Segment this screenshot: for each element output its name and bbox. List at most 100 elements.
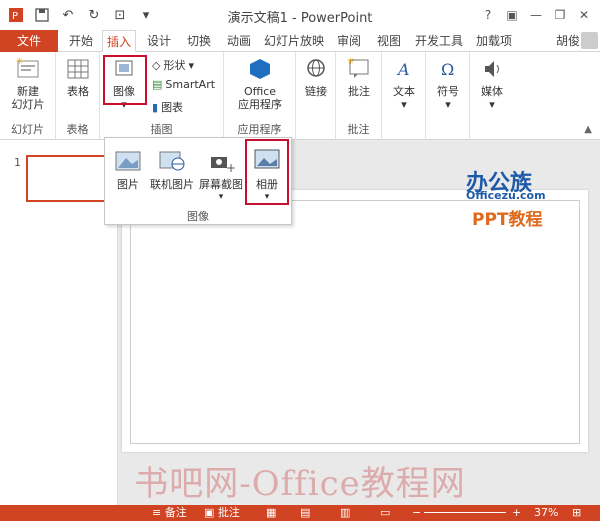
close-icon[interactable]: ✕: [572, 4, 596, 26]
svg-text:✳: ✳: [347, 57, 355, 67]
picture-label: 图片: [117, 178, 139, 191]
text-dropdown-arrow: ▾: [401, 98, 407, 111]
fit-slide-icon[interactable]: ⊞: [572, 506, 581, 520]
group-symbols: Ω 符号 ▾: [426, 52, 470, 140]
smartart-button[interactable]: ▤ SmartArt: [152, 78, 215, 91]
link-button[interactable]: 链接: [300, 56, 332, 98]
omega-icon: Ω: [435, 56, 461, 82]
online-picture-label: 联机图片: [150, 178, 194, 191]
table-button[interactable]: 表格: [62, 56, 94, 98]
group-tables: 表格 表格: [56, 52, 100, 140]
title-bar: P ↶ ↻ ⊡ ▾ 演示文稿1 - PowerPoint ? ▣ — ❐ ✕: [0, 0, 600, 30]
shapes-dropdown-arrow: ▾: [188, 58, 194, 72]
window-controls: ? ▣ — ❐ ✕: [476, 4, 596, 26]
photo-album-highlight: [245, 139, 289, 205]
group-label-slides: 幻灯片: [11, 123, 44, 136]
new-slide-label-1: 新建: [17, 85, 39, 98]
smartart-label: SmartArt: [165, 78, 216, 91]
tab-file[interactable]: 文件: [0, 30, 58, 52]
comments-button[interactable]: ▣ 批注: [204, 506, 240, 520]
speaker-icon: [479, 56, 505, 82]
screenshot-icon: +: [207, 146, 236, 175]
comment-button[interactable]: ✳ 批注: [342, 56, 376, 98]
normal-view-icon[interactable]: ▦: [266, 506, 276, 520]
screenshot-button[interactable]: + 屏幕截图 ▾: [198, 146, 244, 202]
help-icon[interactable]: ?: [476, 4, 500, 26]
svg-text:Ω: Ω: [441, 60, 454, 79]
notes-button[interactable]: ≡ 备注: [152, 506, 187, 520]
office-store-icon: [247, 56, 273, 82]
minimize-icon[interactable]: —: [524, 4, 548, 26]
tab-home[interactable]: 开始: [64, 30, 98, 52]
online-picture-icon: [158, 146, 186, 174]
office-label-2: 应用程序: [238, 98, 282, 111]
media-label: 媒体: [481, 85, 503, 98]
site-watermark: 书吧网-Office教程网: [134, 464, 466, 504]
text-button[interactable]: A 文本 ▾: [388, 56, 420, 111]
logo-ppt: PPT教程: [472, 210, 543, 230]
text-icon: A: [391, 56, 417, 82]
group-slides: ✳ 新建 幻灯片 幻灯片: [0, 52, 56, 140]
text-label: 文本: [393, 85, 415, 98]
chart-label: 图表: [161, 101, 184, 114]
group-comments: ✳ 批注 批注: [336, 52, 382, 140]
tab-insert[interactable]: 插入: [102, 30, 136, 52]
comment-icon: ✳: [346, 56, 372, 82]
chart-button[interactable]: ▮ 图表: [152, 99, 183, 115]
reading-view-icon[interactable]: ▥: [340, 506, 350, 520]
group-text: A 文本 ▾: [382, 52, 426, 140]
link-icon: [303, 56, 329, 82]
slide-thumbnail[interactable]: [26, 155, 106, 202]
group-illustrations: 图像 ▾ ◇ 形状 ▾ ▤ SmartArt ▮ 图表 插图: [100, 52, 224, 140]
chart-icon: ▮: [152, 100, 159, 114]
tab-slideshow[interactable]: 幻灯片放映: [262, 30, 326, 52]
media-dropdown-arrow: ▾: [489, 98, 495, 111]
group-links: 链接: [296, 52, 336, 140]
office-apps-button[interactable]: Office 应用程序: [230, 56, 290, 111]
zoom-out-icon[interactable]: −: [412, 506, 421, 520]
online-picture-button[interactable]: 联机图片: [147, 146, 197, 192]
symbol-label: 符号: [437, 85, 459, 98]
tab-view[interactable]: 视图: [372, 30, 406, 52]
screenshot-dropdown-arrow: ▾: [218, 192, 224, 202]
svg-text:A: A: [396, 60, 410, 79]
svg-text:✳: ✳: [16, 57, 24, 67]
slide-sorter-icon[interactable]: ▤: [300, 506, 310, 520]
symbol-dropdown-arrow: ▾: [445, 98, 451, 111]
office-label-1: Office: [243, 85, 277, 98]
group-apps: Office 应用程序 应用程序: [224, 52, 296, 140]
group-label-comments: 批注: [347, 123, 370, 136]
media-button[interactable]: 媒体 ▾: [476, 56, 508, 111]
shapes-icon: ◇: [152, 58, 161, 72]
avatar[interactable]: [581, 32, 598, 49]
tab-design[interactable]: 设计: [142, 30, 176, 52]
ribbon-display-icon[interactable]: ▣: [500, 4, 524, 26]
symbol-button[interactable]: Ω 符号 ▾: [432, 56, 464, 111]
notes-label: 备注: [164, 506, 187, 519]
zoom-slider[interactable]: [424, 512, 506, 513]
picture-button[interactable]: 图片: [111, 146, 145, 192]
shapes-label: 形状: [163, 59, 186, 72]
slide-placeholder[interactable]: [130, 200, 580, 444]
tab-developer[interactable]: 开发工具: [412, 30, 466, 52]
logo-subtitle: Officezu.com: [466, 189, 546, 202]
shapes-button[interactable]: ◇ 形状 ▾: [152, 57, 194, 73]
group-label-illustrations: 插图: [150, 123, 173, 136]
new-slide-button[interactable]: ✳ 新建 幻灯片: [6, 56, 50, 111]
zoom-level[interactable]: 37%: [534, 506, 558, 520]
ribbon-tabs: 文件 开始 插入 设计 切换 动画 幻灯片放映 审阅 视图 开发工具 加载项 胡…: [0, 30, 600, 52]
collapse-ribbon-icon[interactable]: ▲: [584, 124, 592, 135]
smartart-icon: ▤: [152, 78, 163, 91]
restore-icon[interactable]: ❐: [548, 4, 572, 26]
comment-label: 批注: [348, 85, 370, 98]
user-name[interactable]: 胡俊: [556, 30, 580, 52]
screenshot-label: 屏幕截图: [199, 178, 243, 191]
zoom-in-icon[interactable]: +: [512, 506, 521, 520]
link-label: 链接: [305, 85, 327, 98]
tab-addins[interactable]: 加载项: [472, 30, 516, 52]
status-bar: ≡ 备注 ▣ 批注 ▦ ▤ ▥ ▭ − + 37% ⊞: [0, 505, 600, 521]
slideshow-view-icon[interactable]: ▭: [380, 506, 390, 520]
tab-animations[interactable]: 动画: [222, 30, 256, 52]
tab-transitions[interactable]: 切换: [182, 30, 216, 52]
tab-review[interactable]: 审阅: [332, 30, 366, 52]
